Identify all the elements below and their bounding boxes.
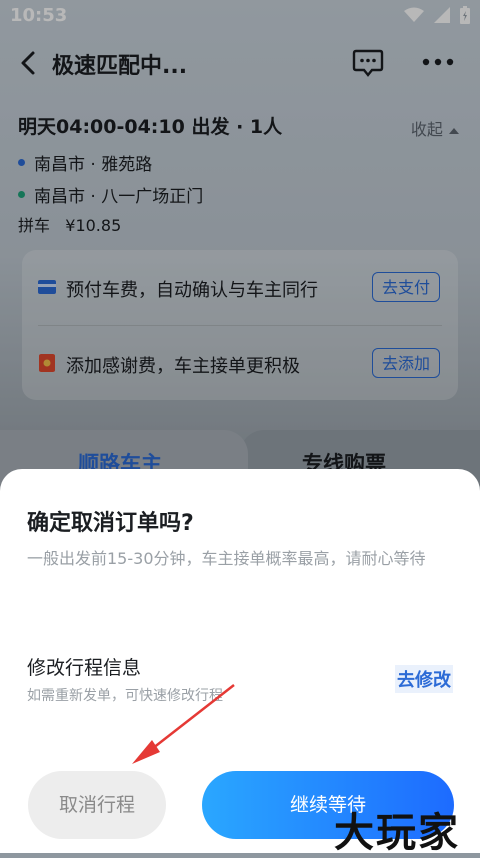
modify-trip-subtitle: 如需重新发单，可快速修改行程 [27, 688, 223, 704]
sheet-title: 确定取消订单吗? [27, 511, 194, 536]
sheet-description: 一般出发前15-30分钟，车主接单概率最高，请耐心等待 [27, 549, 426, 568]
cancel-order-sheet: 确定取消订单吗? 一般出发前15-30分钟，车主接单概率最高，请耐心等待 修改行… [0, 469, 480, 853]
watermark-logo: 大玩家 [334, 810, 460, 856]
modify-trip-title: 修改行程信息 [27, 657, 142, 679]
cancel-trip-button[interactable]: 取消行程 [28, 771, 166, 839]
modify-trip-link[interactable]: 去修改 [395, 665, 453, 693]
